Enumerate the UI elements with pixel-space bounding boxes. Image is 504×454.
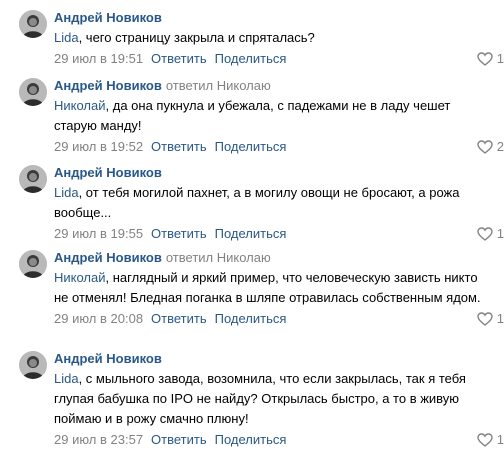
comment-body: , да она пукнула и убежала, с падежами н…: [54, 98, 451, 133]
avatar-photo-icon: [19, 351, 47, 379]
comment-date[interactable]: 29 июл в 20:08: [54, 310, 143, 328]
comment-text: Lida, чего страницу закрыла и спряталась…: [54, 28, 504, 48]
like-count: 1: [496, 51, 504, 66]
heart-icon: [477, 52, 493, 66]
share-button[interactable]: Поделиться: [215, 138, 287, 156]
avatar-photo-icon: [19, 165, 47, 193]
reply-button[interactable]: Ответить: [151, 431, 207, 449]
avatar[interactable]: [19, 250, 47, 278]
reply-button[interactable]: Ответить: [151, 225, 207, 243]
share-button[interactable]: Поделиться: [215, 225, 287, 243]
comment-date[interactable]: 29 июл в 19:51: [54, 50, 143, 68]
mention-link[interactable]: Lida: [54, 185, 79, 200]
like-count: 1: [496, 311, 504, 326]
comment-body: , чего страницу закрыла и спряталась?: [78, 30, 315, 45]
comment-date[interactable]: 29 июл в 23:57: [54, 431, 143, 449]
comment-body: , от тебя могилой пахнет, а в могилу ово…: [54, 185, 460, 220]
comment-author-link[interactable]: Андрей Новиков: [54, 10, 162, 25]
like-button[interactable]: 1: [477, 225, 504, 243]
heart-icon: [477, 312, 493, 326]
like-count: 1: [496, 226, 504, 241]
avatar-photo-icon: [19, 78, 47, 106]
mention-link[interactable]: Николай: [54, 98, 106, 113]
share-button[interactable]: Поделиться: [215, 431, 287, 449]
like-button[interactable]: 2: [477, 138, 504, 156]
replied-to-label[interactable]: ответил Николаю: [166, 250, 271, 265]
share-button[interactable]: Поделиться: [215, 50, 287, 68]
avatar[interactable]: [19, 351, 47, 379]
comment-author-link[interactable]: Андрей Новиков: [54, 250, 162, 265]
heart-icon: [477, 140, 493, 154]
share-button[interactable]: Поделиться: [215, 310, 287, 328]
replied-to-label[interactable]: ответил Николаю: [166, 78, 271, 93]
comment-text: Lida, от тебя могилой пахнет, а в могилу…: [54, 183, 504, 223]
heart-icon: [477, 433, 493, 447]
avatar[interactable]: [19, 10, 47, 38]
mention-link[interactable]: Lida: [54, 30, 79, 45]
comment-body: , наглядный и яркий пример, что человече…: [54, 270, 481, 305]
comment-author-link[interactable]: Андрей Новиков: [54, 78, 162, 93]
avatar-photo-icon: [19, 250, 47, 278]
comment-author-link[interactable]: Андрей Новиков: [54, 165, 162, 180]
like-button[interactable]: 1: [477, 431, 504, 449]
heart-icon: [477, 227, 493, 241]
like-count: 2: [496, 139, 504, 154]
like-button[interactable]: 1: [477, 310, 504, 328]
mention-link[interactable]: Николай: [54, 270, 106, 285]
mention-link[interactable]: Lida: [54, 371, 79, 386]
comment-body: , с мыльного завода, возомнила, что если…: [54, 371, 466, 426]
reply-button[interactable]: Ответить: [151, 138, 207, 156]
avatar[interactable]: [19, 165, 47, 193]
like-button[interactable]: 1: [477, 50, 504, 68]
comment-text: Lida, с мыльного завода, возомнила, что …: [54, 369, 504, 429]
reply-button[interactable]: Ответить: [151, 310, 207, 328]
reply-button[interactable]: Ответить: [151, 50, 207, 68]
comment-author-link[interactable]: Андрей Новиков: [54, 351, 162, 366]
comment-date[interactable]: 29 июл в 19:55: [54, 225, 143, 243]
comment-text: Николай, да она пукнула и убежала, с пад…: [54, 96, 504, 136]
comment-text: Николай, наглядный и яркий пример, что ч…: [54, 268, 504, 308]
like-count: 1: [496, 432, 504, 447]
avatar-photo-icon: [19, 10, 47, 38]
avatar[interactable]: [19, 78, 47, 106]
comment-date[interactable]: 29 июл в 19:52: [54, 138, 143, 156]
